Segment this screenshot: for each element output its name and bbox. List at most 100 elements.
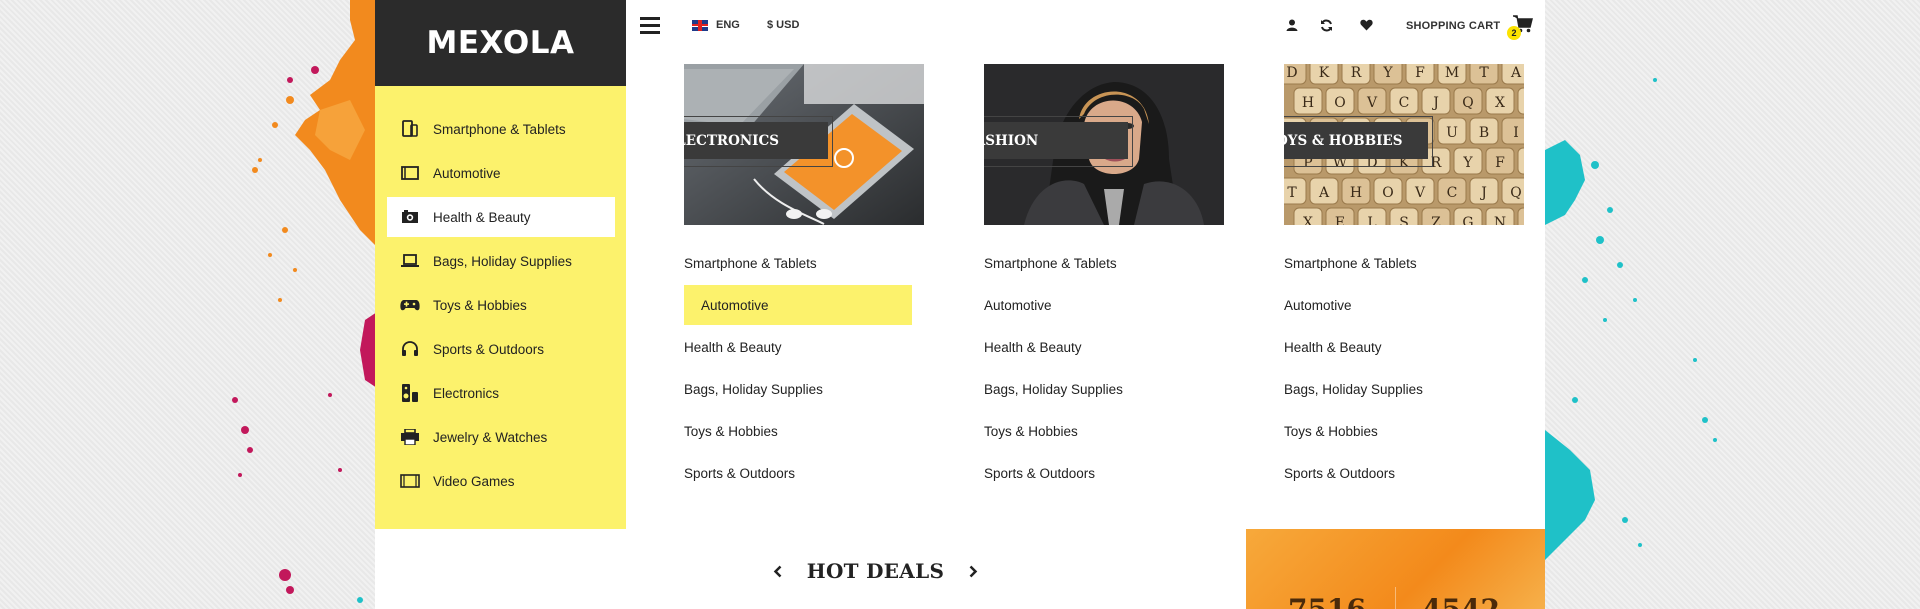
svg-text:H: H [1350,185,1362,201]
menu-link[interactable]: Toys & Hobbies [984,410,1224,452]
svg-text:X: X [1303,215,1313,225]
menu-link[interactable]: Health & Beauty [984,326,1224,368]
svg-text:T: T [1479,65,1489,81]
deal-counter-box: 7516 4542 [1246,529,1545,609]
svg-text:B: B [1479,125,1489,141]
chevron-right-icon[interactable] [966,564,980,578]
category-link-list: Smartphone & Tablets Automotive Health &… [984,242,1224,494]
fashion-photo[interactable]: FASHION [984,64,1224,225]
film-icon [399,472,421,490]
sidebar-item-label: Bags, Holiday Supplies [433,253,572,269]
category-list: Smartphone & Tablets Automotive Health &… [387,109,615,505]
mega-column-toys-hobbies: DKRYFMTAHOVCJQXELSZGNUBIPWDKRYFMTAHOVCJQ… [1284,64,1524,494]
menu-link[interactable]: Smartphone & Tablets [1284,242,1524,284]
gamepad-icon [399,296,421,314]
electronics-photo[interactable]: ELECTRONICS [684,64,924,225]
sidebar-item-label: Smartphone & Tablets [433,121,566,137]
menu-link[interactable]: Automotive [1284,284,1524,326]
chevron-left-icon[interactable] [771,564,785,578]
user-icon[interactable] [1284,17,1300,33]
deal-counter-left: 7516 [1288,593,1366,609]
svg-text:O: O [1334,95,1345,111]
sidebar-item-label: Health & Beauty [433,209,531,225]
svg-text:A: A [1318,185,1330,201]
paint-splash-right [1545,78,1717,560]
sidebar-item-jewelry-watches[interactable]: Jewelry & Watches [387,417,615,457]
sidebar-item-label: Sports & Outdoors [433,341,545,357]
svg-text:K: K [1319,65,1330,81]
svg-text:Y: Y [1382,65,1393,81]
svg-text:C: C [1447,185,1458,201]
top-bar: ENG $ USD SHOPPING CART 2 [626,0,1545,52]
hamburger-menu-icon[interactable] [640,17,660,35]
menu-link-active[interactable]: Automotive [684,285,912,325]
svg-text:Q: Q [1510,185,1521,201]
camera-icon [399,208,421,226]
menu-link[interactable]: Smartphone & Tablets [684,242,924,284]
cart-icon[interactable]: 2 [1507,15,1535,40]
mega-menu: ELECTRONICS Smartphone & Tablets Automot… [626,52,1545,529]
sidebar-item-bags-holiday[interactable]: Bags, Holiday Supplies [387,241,615,281]
sidebar-item-label: Toys & Hobbies [433,297,527,313]
sidebar-item-label: Electronics [433,385,500,401]
svg-text:U: U [1446,125,1458,141]
svg-text:J: J [1431,95,1439,111]
svg-text:A: A [1510,65,1522,81]
sidebar-item-electronics[interactable]: Electronics [387,373,615,413]
language-label: ENG [716,19,740,31]
svg-text:T: T [1287,185,1297,201]
sidebar-item-toys-hobbies[interactable]: Toys & Hobbies [387,285,615,325]
sidebar-item-label: Jewelry & Watches [433,429,548,445]
menu-link[interactable]: Toys & Hobbies [684,410,924,452]
hot-deals-title: HOT DEALS [806,559,945,583]
car-icon [399,164,421,182]
svg-text:R: R [1351,65,1362,81]
svg-text:I: I [1513,125,1519,141]
svg-text:O: O [1382,185,1393,201]
site-container: MEXOLA Smartphone & Tablets Automotive H… [375,0,1545,609]
sidebar-item-sports-outdoors[interactable]: Sports & Outdoors [387,329,615,369]
svg-text:V: V [1414,185,1426,201]
menu-link[interactable]: Toys & Hobbies [1284,410,1524,452]
svg-text:Q: Q [1462,95,1473,111]
sidebar-item-smartphone-tablets[interactable]: Smartphone & Tablets [387,109,615,149]
category-title-fashion: FASHION [984,122,1128,159]
category-title-electronics: ELECTRONICS [684,122,828,159]
printer-icon [399,428,421,446]
uk-flag-icon [692,19,708,31]
svg-text:E: E [1335,215,1345,225]
sidebar-item-health-beauty[interactable]: Health & Beauty [387,197,615,237]
counter-divider [1395,587,1396,609]
currency-selector[interactable]: $ USD [767,19,799,31]
svg-text:G: G [1462,215,1473,225]
svg-text:Z: Z [1431,215,1441,225]
menu-link[interactable]: Bags, Holiday Supplies [684,368,924,410]
menu-link[interactable]: Smartphone & Tablets [984,242,1224,284]
language-selector[interactable]: ENG [692,19,740,31]
smartphone-icon [399,120,421,138]
compare-refresh-icon[interactable] [1318,17,1334,33]
svg-text:D: D [1286,65,1297,81]
sidebar-item-video-games[interactable]: Video Games [387,461,615,501]
menu-link[interactable]: Health & Beauty [684,326,924,368]
svg-text:Y: Y [1462,155,1473,171]
sidebar-item-automotive[interactable]: Automotive [387,153,615,193]
mega-column-fashion: FASHION Smartphone & Tablets Automotive … [984,64,1224,494]
shopping-cart-label[interactable]: SHOPPING CART [1406,20,1500,32]
mega-column-electronics: ELECTRONICS Smartphone & Tablets Automot… [684,64,924,494]
menu-link[interactable]: Bags, Holiday Supplies [984,368,1224,410]
menu-link[interactable]: Automotive [984,284,1224,326]
heart-wishlist-icon[interactable] [1358,17,1374,33]
menu-link[interactable]: Sports & Outdoors [1284,452,1524,494]
category-link-list: Smartphone & Tablets Automotive Health &… [684,242,924,494]
svg-text:L: L [1367,215,1376,225]
svg-text:N: N [1494,215,1506,225]
menu-link[interactable]: Health & Beauty [1284,326,1524,368]
svg-text:F: F [1415,65,1425,81]
site-logo[interactable]: MEXOLA [375,0,626,86]
category-sidebar: MEXOLA Smartphone & Tablets Automotive H… [375,0,626,529]
menu-link[interactable]: Bags, Holiday Supplies [1284,368,1524,410]
menu-link[interactable]: Sports & Outdoors [684,452,924,494]
toys-photo[interactable]: DKRYFMTAHOVCJQXELSZGNUBIPWDKRYFMTAHOVCJQ… [1284,64,1524,225]
menu-link[interactable]: Sports & Outdoors [984,452,1224,494]
